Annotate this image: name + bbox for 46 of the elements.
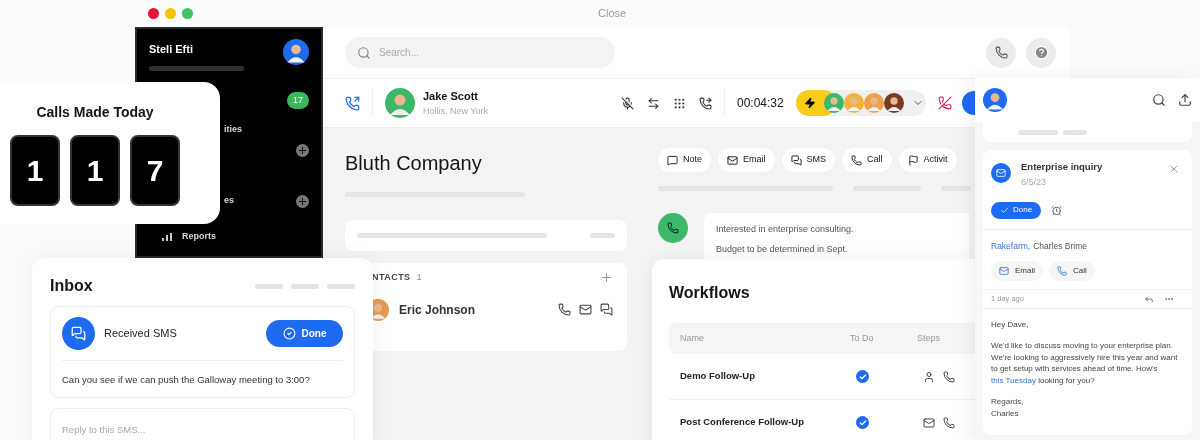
- person-name: Charles Brime: [1033, 239, 1088, 253]
- inbox-title: Inbox: [50, 276, 93, 296]
- action-button[interactable]: Activit: [898, 148, 957, 172]
- note-text: Interested in enterprise consulting.: [716, 223, 854, 236]
- call-timer: 00:04:32: [737, 95, 784, 112]
- action-button[interactable]: Call: [842, 148, 892, 172]
- done-button[interactable]: Done: [991, 201, 1042, 219]
- action-button[interactable]: Note: [658, 148, 711, 172]
- date-link[interactable]: this Tuesday: [991, 375, 1036, 385]
- company-name: Bluth Company: [345, 151, 483, 176]
- column-header: To Do: [850, 331, 875, 345]
- count-badge: 17: [287, 91, 309, 109]
- sms-title: Received SMS: [104, 326, 177, 342]
- column-header: Steps: [917, 331, 940, 345]
- contact-location: Hollis, New York: [423, 104, 490, 118]
- action-button[interactable]: Email: [718, 148, 775, 172]
- contact-name: Jake Scott: [423, 89, 480, 104]
- sms-message: Can you see if we can push the Galloway meeting to 3:00?: [62, 373, 311, 387]
- email-greeting: Hey Dave,: [991, 318, 1030, 330]
- sidebar-item[interactable]: ities: [224, 123, 242, 137]
- task-date: 6/5/23: [1021, 176, 1048, 190]
- counter-digit: 1: [10, 135, 60, 206]
- email-body: We'd like to discuss moving to your enterprise plan. We're looking to aggressively hire this year and want to get setup with services ahead of time. How's this Tuesday looking for you?: [991, 340, 1179, 386]
- sidebar-item[interactable]: es: [224, 194, 234, 208]
- contacts-heading: NTACTS: [372, 271, 411, 284]
- workflow-name[interactable]: Demo Follow-Up: [680, 369, 856, 384]
- counter-digit: 7: [130, 135, 180, 206]
- window-title: Close: [598, 6, 627, 22]
- task-title: Enterprise inquiry: [1021, 160, 1103, 174]
- contact-name[interactable]: Eric Johnson: [399, 300, 475, 319]
- email-signoff: Charles: [991, 407, 1020, 419]
- done-button[interactable]: Done: [266, 320, 343, 347]
- email-signoff: Regards,: [991, 396, 1025, 408]
- sidebar-item[interactable]: Reports: [182, 230, 216, 244]
- counter-digit: 1: [70, 135, 120, 206]
- company-link[interactable]: Rakefarm,: [991, 239, 1031, 253]
- contacts-count: 1: [416, 271, 422, 284]
- card-title: Calls Made Today: [36, 103, 154, 122]
- workflow-name[interactable]: Post Conference Follow-Up: [680, 415, 856, 430]
- column-header: Name: [680, 331, 705, 345]
- contact-button[interactable]: Call: [1049, 260, 1095, 281]
- contact-button[interactable]: Email: [991, 260, 1043, 281]
- note-text: Budget to be determined in Sept.: [716, 242, 848, 256]
- workflows-title: Workflows: [669, 283, 751, 303]
- action-button[interactable]: SMS: [781, 148, 836, 172]
- user-name: Steli Efti: [149, 42, 194, 57]
